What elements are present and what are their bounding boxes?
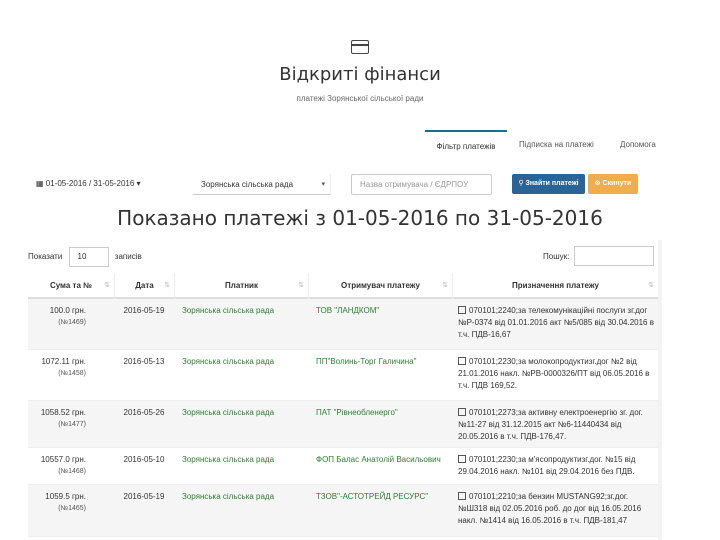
tab-payment-filter[interactable]: Фільтр платежів [425, 130, 507, 154]
table-row: 1058.52 грн. (№1477) 2016-05-26 Зорянськ… [28, 401, 658, 448]
document-icon [458, 455, 466, 463]
purpose-cell: 070101;2210;за бензин MUSTANG92;зг.дог. … [454, 485, 658, 533]
payer-link[interactable]: Зорянська сільська рада [178, 299, 308, 323]
amount-cell: 1072.11 грн. (№1458) [28, 350, 90, 386]
sort-icon: ⇅ [442, 282, 448, 289]
page-length-select[interactable]: 10 [68, 246, 109, 267]
payer-select-value: Зорянська сільська рада [201, 180, 294, 189]
brand-header [0, 40, 720, 59]
table-filter-label: Пошук: [543, 252, 570, 261]
payment-number: (№1465) [58, 505, 86, 512]
payment-number: (№1468) [58, 468, 86, 475]
reset-label: Скинути [602, 180, 632, 187]
scrollbar-track[interactable] [658, 240, 662, 540]
chevron-down-icon: ▾ [321, 181, 325, 188]
column-header-payer-label: Платник [225, 281, 258, 290]
find-payments-label: Знайти платежі [525, 180, 579, 187]
caret-down-icon: ▾ [136, 179, 141, 188]
column-header-recipient-label: Отримувач платежу [341, 281, 420, 290]
amount-cell: 1058.52 грн. (№1477) [28, 401, 90, 437]
purpose-cell: 070101;2230;за м'ясопродуктизг.дог. №15 … [454, 448, 658, 484]
document-icon [458, 408, 466, 416]
amount-value: 10557.0 грн. [40, 455, 86, 464]
date-cell: 2016-05-19 [123, 492, 165, 501]
recipient-link[interactable]: ТЗОВ"-АСТОТРЕЙД РЕСУРС" [312, 485, 452, 509]
recipient-link[interactable]: ФОП Балас Анатолій Васильович [312, 448, 452, 472]
tab-subscription[interactable]: Підписка на платежі [519, 130, 594, 154]
payer-link[interactable]: Зорянська сільська рада [178, 401, 308, 425]
sort-icon: ⇅ [164, 282, 170, 289]
date-cell: 2016-05-19 [123, 306, 165, 315]
purpose-cell: 070101;2273;за активну електроенергію зг… [454, 401, 658, 449]
document-icon [458, 357, 466, 365]
page-length-suffix: записів [114, 252, 142, 261]
page-subtitle: платежі Зорянської сільської ради [296, 94, 424, 103]
table-row: 1072.11 грн. (№1458) 2016-05-13 Зорянськ… [28, 350, 658, 401]
payment-number: (№1458) [58, 370, 86, 377]
column-header-date[interactable]: Дата ⇅ [114, 273, 174, 299]
payer-link[interactable]: Зорянська сільська рада [178, 448, 308, 472]
amount-cell: 10557.0 грн. (№1468) [28, 448, 90, 484]
column-header-purpose-label: Призначення платежу [511, 281, 599, 290]
purpose-text: 070101;2273;за активну електроенергію зг… [458, 408, 643, 441]
amount-value: 1072.11 грн. [41, 357, 86, 366]
find-payments-button[interactable]: ⚲ Знайти платежі [512, 174, 585, 194]
purpose-text: 070101;2240;за телекомунікаційні послуги… [458, 306, 654, 339]
sort-icon: ⇅ [648, 282, 654, 289]
column-header-purpose[interactable]: Призначення платежу ⇅ [452, 273, 658, 299]
payment-number: (№1469) [58, 319, 86, 326]
document-icon [458, 492, 466, 500]
amount-value: 1058.52 грн. [40, 408, 86, 417]
payer-select[interactable]: Зорянська сільська рада ▾ [193, 174, 331, 195]
column-header-payer[interactable]: Платник ⇅ [174, 273, 308, 299]
reset-icon: ⊗ [594, 180, 601, 187]
amount-value: 100.0 грн. [49, 306, 86, 315]
reset-button[interactable]: ⊗ Скинути [588, 174, 638, 194]
document-icon [458, 306, 466, 314]
search-icon: ⚲ [518, 180, 524, 187]
date-range-label: 01-05-2016 / 31-05-2016 [45, 179, 135, 188]
payer-link[interactable]: Зорянська сільська рада [178, 350, 308, 374]
amount-value: 1059.5 грн. [45, 492, 86, 501]
page-length-prefix: Показати [28, 252, 63, 261]
recipient-link[interactable]: ПАТ "Рівнеобленерго" [312, 401, 452, 425]
sort-icon: ⇅ [298, 282, 304, 289]
filter-toolbar: ▦ 01-05-2016 / 31-05-2016 ▾ Зорянська сі… [0, 172, 720, 196]
table-filter: Пошук: [543, 246, 654, 268]
payment-number: (№1477) [58, 421, 86, 428]
date-cell: 2016-05-13 [123, 357, 165, 366]
credit-card-icon [351, 40, 369, 54]
column-header-recipient[interactable]: Отримувач платежу ⇅ [308, 273, 452, 299]
results-heading: Показано платежі з 01-05-2016 по 31-05-2… [117, 206, 603, 230]
recipient-link[interactable]: ТОВ "ЛАНДКОМ" [312, 299, 452, 323]
purpose-cell: 070101;2230;за молокопродуктизг.дог №2 в… [454, 350, 658, 398]
table-filter-input[interactable] [574, 246, 654, 266]
table-row: 100.0 грн. (№1469) 2016-05-19 Зорянська … [28, 299, 658, 350]
page-title: Відкриті фінанси [279, 64, 441, 85]
column-header-amount[interactable]: Сума та № ⇅ [28, 273, 114, 299]
purpose-text: 070101;2210;за бензин MUSTANG92;зг.дог. … [458, 492, 642, 525]
payments-table: Сума та № ⇅ Дата ⇅ Платник ⇅ Отримувач п… [28, 273, 658, 537]
column-header-date-label: Дата [135, 281, 154, 290]
amount-cell: 1059.5 грн. (№1465) [28, 485, 90, 521]
purpose-text: 070101;2230;за м'ясопродуктизг.дог. №15 … [458, 455, 636, 476]
date-cell: 2016-05-26 [123, 408, 165, 417]
table-row: 10557.0 грн. (№1468) 2016-05-10 Зорянськ… [28, 448, 658, 485]
calendar-icon: ▦ [36, 179, 44, 188]
tab-help[interactable]: Допомога [620, 130, 656, 154]
purpose-cell: 070101;2240;за телекомунікаційні послуги… [454, 299, 658, 347]
table-row: 1059.5 грн. (№1465) 2016-05-19 Зорянська… [28, 485, 658, 537]
recipient-search-input[interactable]: Назва отримувача / ЄДРПОУ [351, 174, 492, 195]
sort-icon: ⇅ [104, 282, 110, 289]
date-range-button[interactable]: ▦ 01-05-2016 / 31-05-2016 ▾ [32, 174, 148, 194]
date-cell: 2016-05-10 [123, 455, 165, 464]
table-header: Сума та № ⇅ Дата ⇅ Платник ⇅ Отримувач п… [28, 273, 658, 299]
column-header-amount-label: Сума та № [49, 281, 93, 290]
amount-cell: 100.0 грн. (№1469) [28, 299, 90, 335]
purpose-text: 070101;2230;за молокопродуктизг.дог №2 в… [458, 357, 650, 390]
payer-link[interactable]: Зорянська сільська рада [178, 485, 308, 509]
recipient-link[interactable]: ПП"Волинь-Торг Галичина" [312, 350, 452, 374]
page-length-control: Показати 10 записів [28, 246, 142, 268]
